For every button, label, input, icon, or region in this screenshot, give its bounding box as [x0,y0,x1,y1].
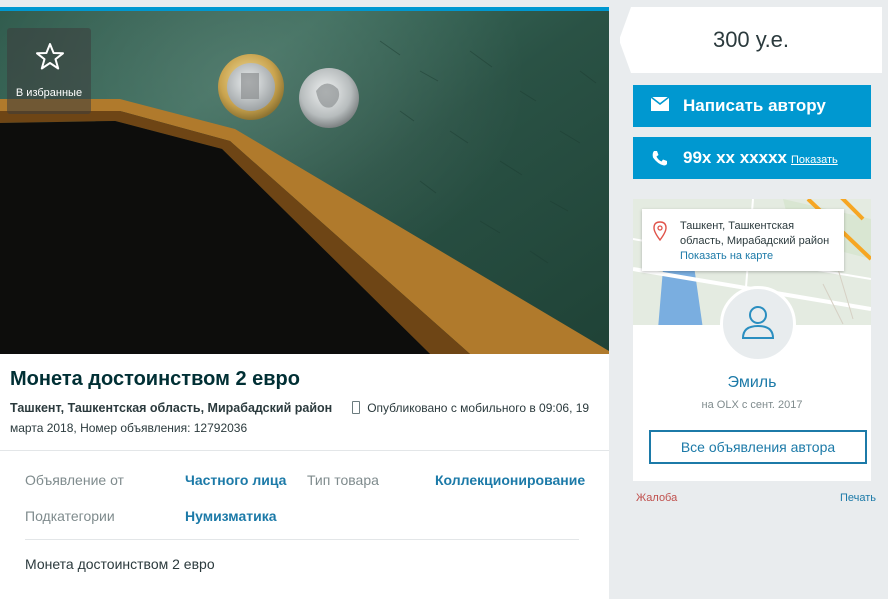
divider [0,450,609,451]
author-name[interactable]: Эмиль [633,374,871,392]
write-author-label: Написать автору [683,96,826,115]
user-icon [741,306,775,339]
listing-meta: Ташкент, Ташкентская область, Мирабадски… [10,398,600,438]
param-label-offer-from: Объявление от [25,472,124,488]
report-link[interactable]: Жалоба [636,492,677,504]
listing-location: Ташкент, Ташкентская область, Мирабадски… [10,401,333,415]
sidebar: 300 у.е. Написать автору 99x xx xxxxx Пок… [619,0,888,599]
star-icon [36,43,64,70]
param-value-subcategory[interactable]: Нумизматика [185,508,277,524]
param-label-subcategory: Подкатегории [25,508,115,524]
phone-number-text: 99x xx xxxxx [683,148,787,167]
phone-number: 99x xx xxxxx Показать [683,148,838,168]
param-value-offer-from[interactable]: Частного лица [185,472,286,488]
param-value-type[interactable]: Коллекционирование [435,472,585,488]
map-address: Ташкент, Ташкентская область, Мирабадски… [680,220,830,247]
listing-panel: В избранные Монета достоинством 2 евро Т… [0,7,609,599]
map-address-popup: Ташкент, Ташкентская область, Мирабадски… [642,209,844,271]
published-source: Опубликовано с мобильного [367,401,526,415]
all-ads-button[interactable]: Все объявления автора [649,430,867,464]
author-card: Ташкент, Ташкентская область, Мирабадски… [633,199,871,481]
listing-photo[interactable]: В избранные [0,11,609,354]
phone-icon [652,151,667,166]
favorite-button[interactable]: В избранные [7,28,91,114]
show-phone-link[interactable]: Показать [791,154,838,166]
mobile-icon [352,401,361,414]
print-link[interactable]: Печать [840,492,876,504]
price: 300 у.е. [712,27,790,52]
listing-description: Монета достоинством 2 евро [25,556,215,572]
favorite-label: В избранные [15,87,83,99]
listing-title: Монета достоинством 2 евро [10,368,300,390]
author-since: на OLX с сент. 2017 [701,399,803,411]
mail-icon [651,97,669,111]
phone-button[interactable]: 99x xx xxxxx Показать [633,137,871,179]
avatar[interactable] [720,286,796,362]
photo-scene [0,40,609,354]
divider [25,539,579,540]
price-box: 300 у.е. [619,7,882,73]
show-on-map-link[interactable]: Показать на карте [680,249,773,264]
location-pin-icon [653,221,667,241]
write-author-button[interactable]: Написать автору [633,85,871,127]
param-label-type: Тип товара [307,472,379,488]
